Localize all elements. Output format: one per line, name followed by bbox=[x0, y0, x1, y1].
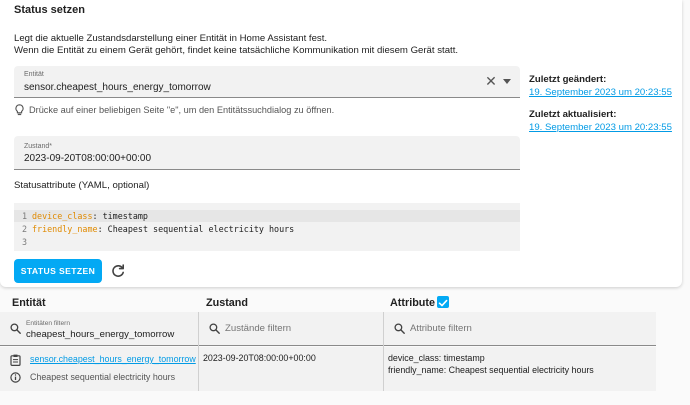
entity-picker[interactable]: Entität sensor.cheapest_hours_energy_tom… bbox=[14, 66, 520, 98]
search-hint-text: Drücke auf einer beliebigen Seite "e", u… bbox=[29, 105, 335, 115]
attributes-checkbox[interactable] bbox=[437, 296, 449, 308]
entity-filter-label: Entitäten filtern bbox=[26, 320, 70, 327]
line-number: 1 bbox=[21, 211, 27, 221]
attribute-line-1: device_class: timestamp bbox=[388, 353, 485, 363]
state-value: 2023-09-20T08:00:00+00:00 bbox=[203, 353, 316, 363]
search-hint: Drücke auf einer beliebigen Seite "e", u… bbox=[14, 104, 334, 116]
set-state-card: Status setzen Legt die aktuelle Zustands… bbox=[0, 0, 682, 287]
line-number: 2 bbox=[21, 224, 27, 234]
last-changed-label: Zuletzt geändert: bbox=[529, 74, 607, 85]
state-filter-placeholder: Zustände filtern bbox=[225, 323, 292, 334]
entity-link[interactable]: sensor.cheapest_hours_energy_tomorrow bbox=[30, 354, 196, 364]
column-header-attributes: Attribute bbox=[390, 297, 435, 309]
lightbulb-icon bbox=[15, 104, 24, 116]
card-title: Status setzen bbox=[14, 4, 85, 16]
line-number: 3 bbox=[21, 237, 27, 247]
column-header-entity: Entität bbox=[12, 297, 46, 309]
search-icon bbox=[10, 323, 21, 334]
attribute-filter-placeholder: Attribute filtern bbox=[410, 323, 472, 334]
last-changed-value[interactable]: 19. September 2023 um 20:23:55 bbox=[529, 87, 672, 98]
code-line: 3 bbox=[14, 236, 520, 248]
last-updated-value[interactable]: 19. September 2023 um 20:23:55 bbox=[529, 122, 672, 133]
attribute-line-2: friendly_name: Cheapest sequential elect… bbox=[388, 365, 594, 375]
description-line-1: Legt die aktuelle Zustandsdarstellung ei… bbox=[14, 33, 328, 44]
yaml-title: Statusattribute (YAML, optional) bbox=[14, 180, 150, 191]
column-divider bbox=[383, 312, 384, 391]
table-row: sensor.cheapest_hours_energy_tomorrow Ch… bbox=[0, 347, 656, 391]
yaml-value: : timestamp bbox=[92, 211, 148, 221]
state-filter[interactable]: Zustände filtern bbox=[199, 312, 383, 346]
state-field-label: Zustand* bbox=[24, 143, 53, 150]
entity-picker-value: sensor.cheapest_hours_energy_tomorrow bbox=[24, 82, 211, 93]
code-line: 1 device_class: timestamp bbox=[14, 210, 520, 222]
check-icon bbox=[438, 299, 448, 307]
last-updated-label: Zuletzt aktualisiert: bbox=[529, 109, 617, 120]
column-divider bbox=[198, 312, 199, 391]
search-icon bbox=[394, 323, 405, 334]
code-line: 2 friendly_name: Cheapest sequential ele… bbox=[14, 223, 520, 235]
search-icon bbox=[209, 323, 220, 334]
entity-picker-label: Entität bbox=[24, 71, 44, 78]
close-icon[interactable]: ✕ bbox=[484, 74, 498, 88]
yaml-key: friendly_name bbox=[32, 224, 98, 234]
column-header-state: Zustand bbox=[206, 297, 248, 309]
menu-down-icon[interactable] bbox=[503, 79, 511, 84]
yaml-value: : Cheapest sequential electricity hours bbox=[97, 224, 295, 234]
entity-filter[interactable]: Entitäten filtern cheapest_hours_energy_… bbox=[0, 312, 198, 346]
clipboard-icon[interactable] bbox=[10, 354, 21, 366]
yaml-editor[interactable]: 1 device_class: timestamp 2 friendly_nam… bbox=[14, 203, 520, 251]
entity-filter-value: cheapest_hours_energy_tomorrow bbox=[26, 329, 175, 340]
description-line-2: Wenn die Entität zu einem Gerät gehört, … bbox=[14, 45, 459, 56]
state-field[interactable]: Zustand* 2023-09-20T08:00:00+00:00 bbox=[14, 136, 520, 170]
state-field-value: 2023-09-20T08:00:00+00:00 bbox=[24, 153, 152, 164]
set-state-button[interactable]: STATUS SETZEN bbox=[14, 259, 102, 283]
yaml-key: device_class bbox=[32, 211, 93, 221]
info-icon bbox=[10, 372, 21, 383]
entity-friendly-name: Cheapest sequential electricity hours bbox=[30, 372, 176, 382]
attribute-filter[interactable]: Attribute filtern bbox=[384, 312, 656, 346]
refresh-icon[interactable] bbox=[110, 263, 126, 279]
